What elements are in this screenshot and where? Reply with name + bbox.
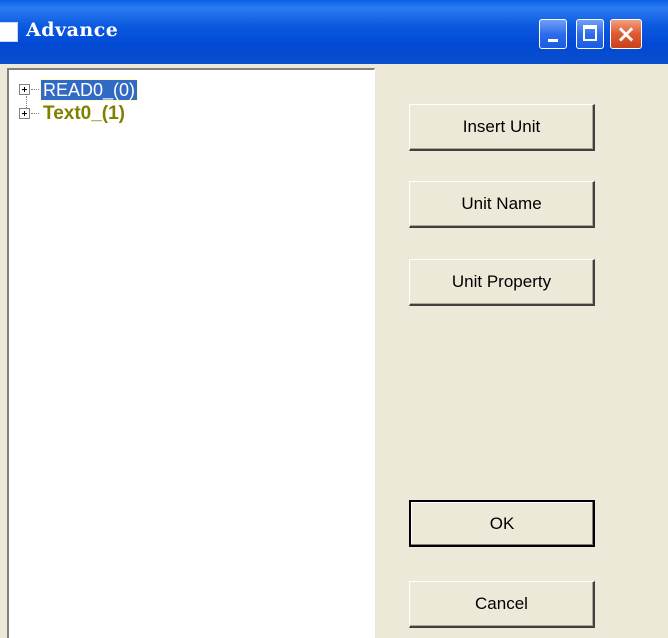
tree-node-label[interactable]: Text0_(1)	[41, 104, 127, 124]
window-icon	[0, 22, 18, 42]
title-bar[interactable]: Advance ×	[0, 0, 668, 64]
expand-icon[interactable]	[19, 108, 30, 119]
close-button[interactable]: ×	[610, 19, 642, 49]
unit-name-button[interactable]: Unit Name	[409, 181, 595, 228]
expand-icon[interactable]	[19, 84, 30, 95]
tree-connector	[31, 89, 39, 90]
insert-unit-button[interactable]: Insert Unit	[409, 104, 595, 151]
cancel-button[interactable]: Cancel	[409, 581, 595, 628]
unit-property-button[interactable]: Unit Property	[409, 259, 595, 306]
tree-node-label[interactable]: READ0_(0)	[39, 79, 139, 101]
ok-button[interactable]: OK	[409, 500, 595, 547]
maximize-button[interactable]	[576, 19, 604, 49]
close-icon: ×	[615, 20, 637, 48]
minimize-icon	[548, 39, 558, 42]
window-title: Advance	[26, 19, 119, 41]
unit-tree[interactable]	[7, 68, 375, 638]
tree-connector	[31, 113, 39, 114]
minimize-button[interactable]	[539, 19, 567, 49]
maximize-icon	[583, 25, 597, 41]
